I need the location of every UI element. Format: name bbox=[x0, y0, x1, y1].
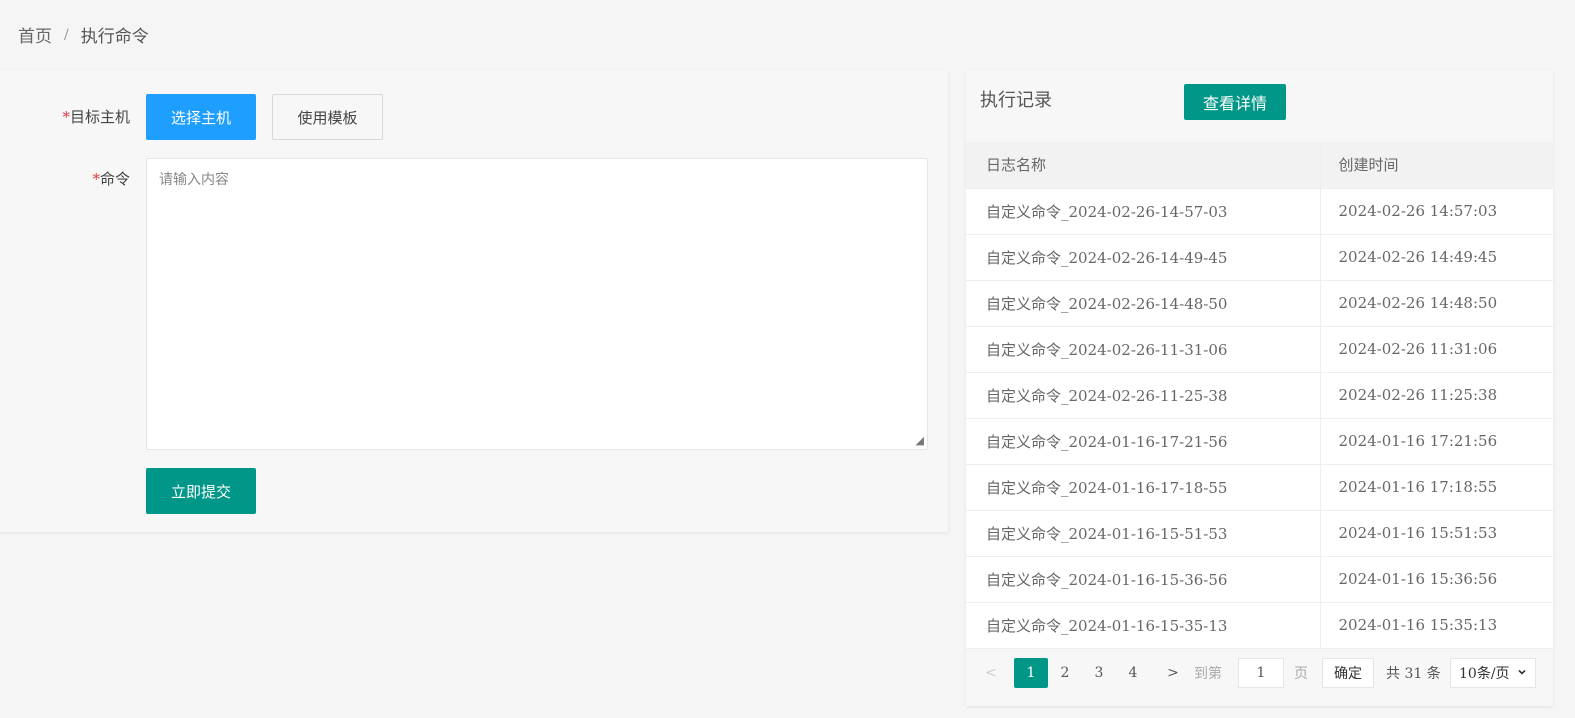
total-count: 共 31 条 bbox=[1386, 666, 1441, 682]
breadcrumb: 首页 / 执行命令 bbox=[18, 22, 149, 48]
breadcrumb-current: 执行命令 bbox=[80, 27, 149, 47]
select-host-button[interactable]: 选择主机 bbox=[146, 94, 256, 140]
command-label: *命令 bbox=[92, 170, 130, 188]
table-row[interactable]: 自定义命令_2024-02-26-14-49-45 2024-02-26 14:4… bbox=[966, 234, 1553, 281]
breadcrumb-home[interactable]: 首页 bbox=[18, 22, 52, 47]
column-log-name[interactable]: 日志名称 bbox=[966, 142, 1321, 189]
execution-records-card: 执行记录 查看详情 日志名称 创建时间 自定义命令_2024-02-26-14-… bbox=[966, 70, 1553, 706]
use-template-button[interactable]: 使用模板 bbox=[272, 94, 383, 140]
created-time-cell: 2024-02-26 11:31:06 bbox=[1320, 326, 1553, 373]
table-row[interactable]: 自定义命令_2024-02-26-11-25-38 2024-02-26 11:2… bbox=[966, 372, 1553, 419]
records-title: 执行记录 bbox=[980, 90, 1052, 111]
log-name-cell: 自定义命令_2024-01-16-17-21-56 bbox=[966, 418, 1321, 465]
resize-grip-icon[interactable]: ◢ bbox=[916, 434, 924, 447]
created-time-cell: 2024-01-16 15:35:13 bbox=[1320, 602, 1553, 649]
created-time-cell: 2024-01-16 15:51:53 bbox=[1320, 510, 1553, 557]
log-name-cell: 自定义命令_2024-01-16-15-51-53 bbox=[966, 510, 1321, 557]
log-name-cell: 自定义命令_2024-02-26-14-57-03 bbox=[966, 188, 1321, 235]
table-row[interactable]: 自定义命令_2024-01-16-17-21-56 2024-01-16 17:2… bbox=[966, 418, 1553, 465]
command-placeholder: 请输入内容 bbox=[159, 172, 229, 188]
log-name-cell: 自定义命令_2024-02-26-14-48-50 bbox=[966, 280, 1321, 327]
required-mark: * bbox=[62, 108, 70, 126]
created-time-cell: 2024-02-26 14:57:03 bbox=[1320, 188, 1553, 235]
view-details-button[interactable]: 查看详情 bbox=[1184, 84, 1286, 120]
table-row[interactable]: 自定义命令_2024-01-16-15-51-53 2024-01-16 15:5… bbox=[966, 510, 1553, 557]
log-name-cell: 自定义命令_2024-02-26-14-49-45 bbox=[966, 234, 1321, 281]
command-form-card: *目标主机 选择主机 使用模板 *命令 请输入内容 ◢ 立即提交 bbox=[0, 70, 948, 532]
goto-page-input[interactable]: 1 bbox=[1238, 658, 1284, 688]
required-mark: * bbox=[92, 170, 100, 188]
command-textarea[interactable]: 请输入内容 ◢ bbox=[146, 158, 928, 450]
chevron-down-icon bbox=[1517, 665, 1527, 681]
created-time-cell: 2024-01-16 17:18:55 bbox=[1320, 464, 1553, 511]
page-4-button[interactable]: 4 bbox=[1120, 658, 1146, 688]
records-table: 日志名称 创建时间 自定义命令_2024-02-26-14-57-03 2024-… bbox=[966, 142, 1553, 649]
column-created-time[interactable]: 创建时间 bbox=[1320, 142, 1553, 189]
created-time-cell: 2024-01-16 15:36:56 bbox=[1320, 556, 1553, 603]
table-row[interactable]: 自定义命令_2024-01-16-17-18-55 2024-01-16 17:1… bbox=[966, 464, 1553, 511]
goto-confirm-button[interactable]: 确定 bbox=[1322, 658, 1374, 688]
page-3-button[interactable]: 3 bbox=[1086, 658, 1112, 688]
table-header-row: 日志名称 创建时间 bbox=[966, 142, 1553, 189]
next-page-button[interactable]: > bbox=[1160, 658, 1186, 688]
goto-suffix: 页 bbox=[1294, 666, 1308, 682]
table-row[interactable]: 自定义命令_2024-02-26-14-57-03 2024-02-26 14:5… bbox=[966, 188, 1553, 235]
target-host-label: *目标主机 bbox=[62, 108, 130, 126]
created-time-cell: 2024-01-16 17:21:56 bbox=[1320, 418, 1553, 465]
goto-prefix: 到第 bbox=[1194, 666, 1222, 682]
created-time-cell: 2024-02-26 14:49:45 bbox=[1320, 234, 1553, 281]
breadcrumb-separator: / bbox=[64, 26, 69, 43]
table-row[interactable]: 自定义命令_2024-01-16-15-36-56 2024-01-16 15:3… bbox=[966, 556, 1553, 603]
created-time-cell: 2024-02-26 14:48:50 bbox=[1320, 280, 1553, 327]
page-size-value: 10条/页 bbox=[1459, 666, 1510, 682]
log-name-cell: 自定义命令_2024-01-16-15-35-13 bbox=[966, 602, 1321, 649]
page-2-button[interactable]: 2 bbox=[1052, 658, 1078, 688]
prev-page-button[interactable]: < bbox=[978, 658, 1004, 688]
submit-button[interactable]: 立即提交 bbox=[146, 468, 256, 514]
table-row[interactable]: 自定义命令_2024-02-26-14-48-50 2024-02-26 14:4… bbox=[966, 280, 1553, 327]
created-time-cell: 2024-02-26 11:25:38 bbox=[1320, 372, 1553, 419]
table-row[interactable]: 自定义命令_2024-02-26-11-31-06 2024-02-26 11:3… bbox=[966, 326, 1553, 373]
table-row[interactable]: 自定义命令_2024-01-16-15-35-13 2024-01-16 15:3… bbox=[966, 602, 1553, 649]
page-1-button[interactable]: 1 bbox=[1014, 658, 1048, 688]
log-name-cell: 自定义命令_2024-02-26-11-25-38 bbox=[966, 372, 1321, 419]
log-name-cell: 自定义命令_2024-01-16-15-36-56 bbox=[966, 556, 1321, 603]
log-name-cell: 自定义命令_2024-01-16-17-18-55 bbox=[966, 464, 1321, 511]
page-size-select[interactable]: 10条/页 bbox=[1450, 658, 1536, 688]
pagination: < 1 2 3 4 > 到第 1 页 确定 共 31 条 10条/页 bbox=[966, 650, 1553, 696]
log-name-cell: 自定义命令_2024-02-26-11-31-06 bbox=[966, 326, 1321, 373]
